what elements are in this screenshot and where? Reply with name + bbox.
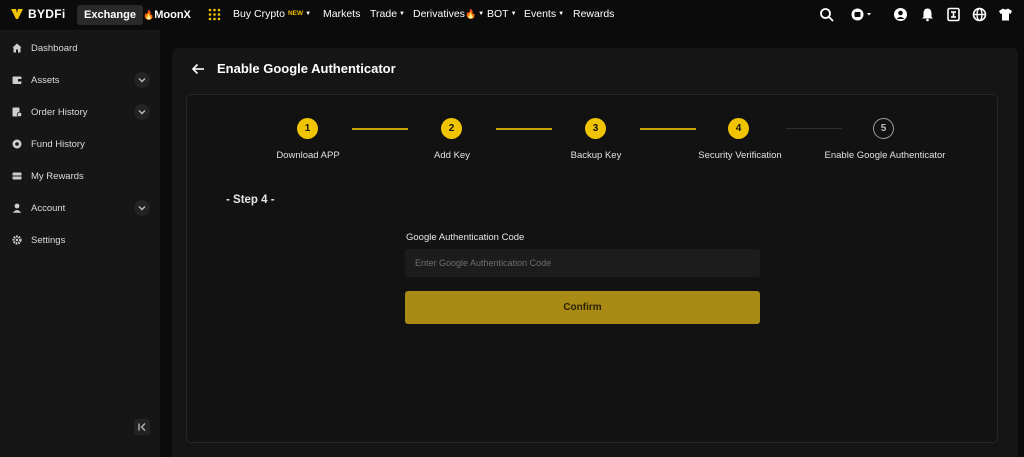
caret-down-icon: ▼ [399,11,405,17]
wallet-icon [12,76,22,84]
moonx-label: MoonX [154,9,191,21]
brand-logo[interactable]: BYDFi [10,7,66,21]
chevron-down-icon[interactable] [134,104,150,120]
sidebar-item-dashboard[interactable]: Dashboard [0,38,160,58]
step-2-circle: 2 [441,118,462,139]
sidebar-item-label: Fund History [31,138,85,150]
step-3-circle: 3 [585,118,606,139]
step-connector-2 [496,128,552,130]
nav-derivatives-label: Derivatives [413,8,465,20]
step-5-label: Enable Google Authenticator [824,150,946,161]
step-1-circle: 1 [297,118,318,139]
sidebar: Dashboard Assets Order History Fund Hist… [0,30,160,457]
wallet-icon[interactable] [850,7,872,22]
nav-bot[interactable]: BOT ▼ [487,8,517,20]
sidebar-item-label: Order History [31,106,88,118]
nav-events-label: Events [524,8,557,20]
google-code-label: Google Authentication Code [406,232,525,243]
confirm-button[interactable]: Confirm [405,291,760,324]
step-2-label: Add Key [434,150,470,161]
bell-icon[interactable] [920,7,935,22]
sidebar-item-label: Account [31,202,66,214]
nav-bot-label: BOT [487,8,509,20]
sidebar-item-label: Assets [31,74,60,86]
new-badge: NEW [287,10,304,17]
sidebar-item-my-rewards[interactable]: My Rewards [0,166,160,186]
sidebar-item-label: My Rewards [31,170,84,182]
sidebar-item-fund-history[interactable]: Fund History [0,134,160,154]
brand-name: BYDFi [28,7,66,21]
sidebar-item-assets[interactable]: Assets [0,70,160,90]
step-connector-3 [640,128,696,130]
nav-trade-label: Trade [370,8,398,20]
step-5-circle: 5 [873,118,894,139]
shirt-icon[interactable] [998,7,1013,22]
home-icon [12,43,22,53]
search-icon[interactable] [819,7,834,22]
step-4-circle: 4 [728,118,749,139]
moonx-tab[interactable]: 🔥MoonX [136,5,198,25]
step-4-label: Security Verification [698,150,782,161]
caret-down-icon: ▼ [305,11,312,17]
nav-rewards[interactable]: Rewards [573,8,614,20]
gear-icon [12,235,22,245]
chevron-down-icon[interactable] [134,72,150,88]
step-connector-1 [352,128,408,130]
nav-markets[interactable]: Markets [323,8,360,20]
nav-trade[interactable]: Trade ▼ [370,8,405,20]
step-3-label: Backup Key [570,150,622,161]
chevron-down-icon[interactable] [134,200,150,216]
caret-down-icon: ▼ [478,11,485,17]
sidebar-item-label: Dashboard [31,42,78,54]
sidebar-item-order-history[interactable]: Order History [0,102,160,122]
apps-grid-icon[interactable] [208,8,221,21]
nav-buy-crypto-label: Buy Crypto [233,8,285,20]
page-title: Enable Google Authenticator [217,61,396,76]
google-code-input[interactable] [405,249,760,277]
step-1-label: Download APP [276,150,340,161]
globe-icon[interactable] [972,7,987,22]
step-connector-4 [786,128,842,129]
nav-derivatives[interactable]: Derivatives🔥 ▼ [413,8,484,20]
top-navigation: BYDFi Exchange 🔥MoonX Buy Crypto NEW ▼ Mar… [0,0,1024,30]
exchange-tab[interactable]: Exchange [77,5,143,25]
nav-events[interactable]: Events ▼ [524,8,564,20]
nav-buy-crypto[interactable]: Buy Crypto NEW ▼ [233,8,311,20]
bydfi-logo-icon [11,9,23,19]
user-icon[interactable] [893,7,908,22]
current-step-heading: - Step 4 - [226,194,275,206]
sidebar-item-account[interactable]: Account [0,198,160,218]
account-icon [12,203,22,213]
flame-icon: 🔥 [143,10,155,20]
sidebar-item-settings[interactable]: Settings [0,230,160,250]
caret-down-icon: ▼ [558,11,565,17]
download-icon[interactable] [946,7,961,22]
order-icon [12,107,22,117]
rewards-icon [12,172,22,180]
back-arrow-icon[interactable] [191,62,205,76]
flame-icon: 🔥 [464,9,477,19]
fund-icon [12,139,22,149]
caret-down-icon: ▼ [510,11,517,17]
collapse-sidebar-icon[interactable] [134,419,150,435]
sidebar-item-label: Settings [31,234,66,246]
